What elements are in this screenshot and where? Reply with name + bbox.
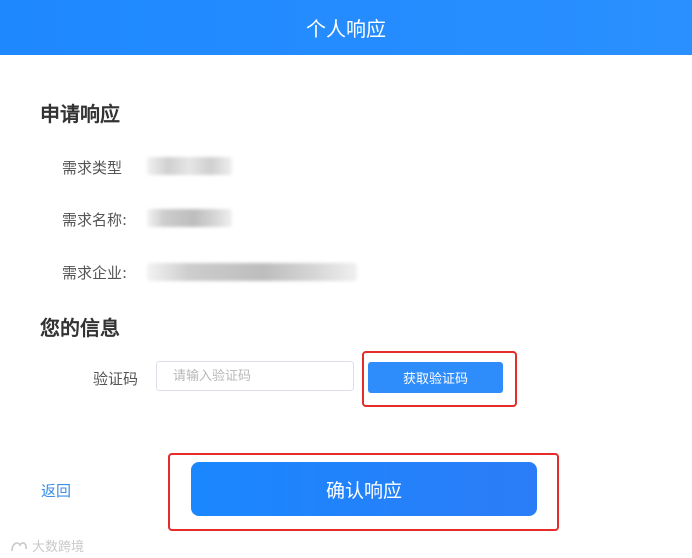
verification-code-input[interactable] [156,361,354,391]
get-verification-code-button[interactable]: 获取验证码 [368,362,503,393]
demand-company-label: 需求企业: [62,264,128,282]
confirm-response-button[interactable]: 确认响应 [191,462,537,516]
back-link[interactable]: 返回 [41,480,71,501]
watermark-logo-icon [11,541,27,551]
demand-name-value-redacted [147,209,232,227]
watermark: 大数跨境 [10,536,84,555]
verification-code-label: 验证码 [93,370,139,388]
dialog-header: 个人响应 [0,0,692,55]
info-section-title: 您的信息 [40,316,120,340]
demand-type-label: 需求类型 [62,159,123,177]
watermark-text: 大数跨境 [32,540,85,555]
demand-name-label: 需求名称: [62,211,128,229]
demand-type-value-redacted [147,157,232,175]
apply-section-title: 申请响应 [40,102,120,126]
demand-company-value-redacted [147,263,357,281]
dialog-title: 个人响应 [306,17,386,41]
